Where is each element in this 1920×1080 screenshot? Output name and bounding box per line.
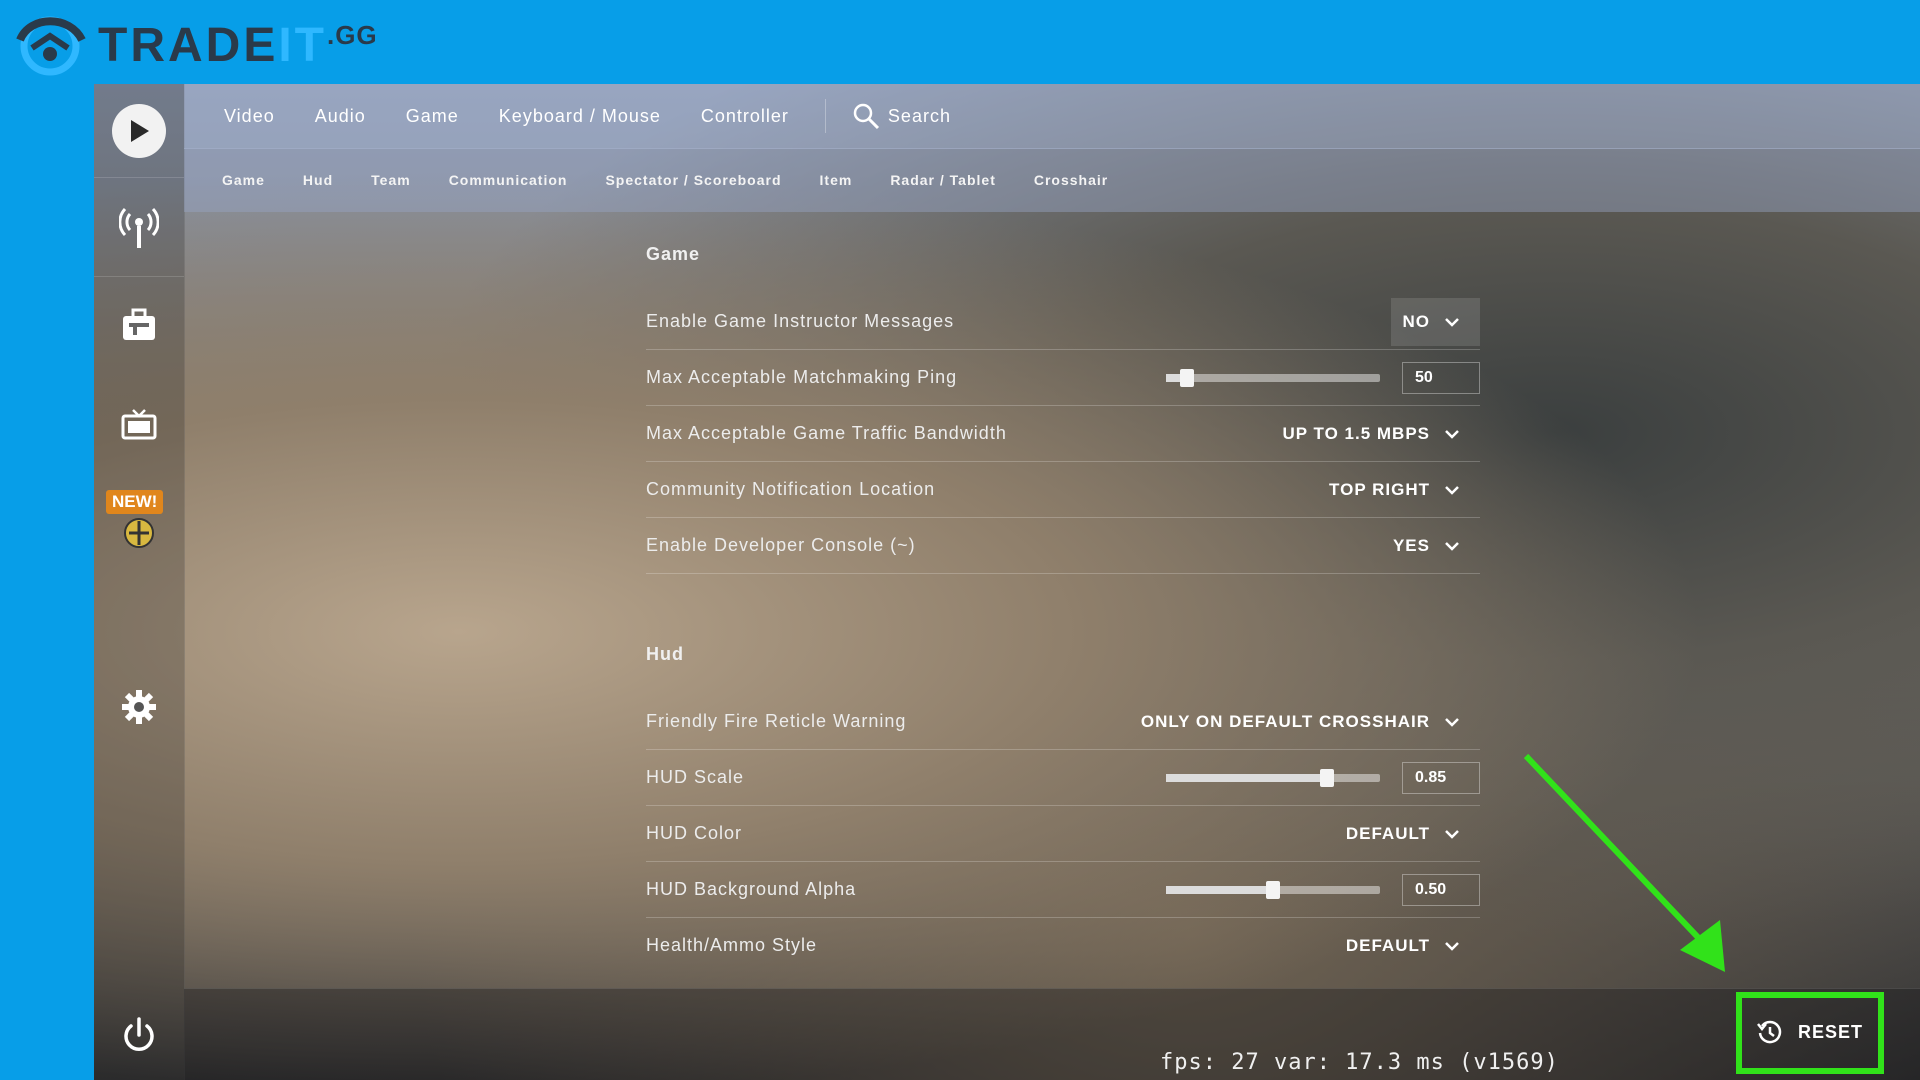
setting-label: HUD Scale (646, 767, 745, 787)
section-title-game: Game (646, 243, 701, 264)
play-button[interactable] (94, 96, 184, 166)
chevron-down-icon (1445, 317, 1459, 327)
setting-row: Health/Ammo Style DEFAULT (646, 918, 1480, 973)
matchmaking-ping-input[interactable]: 50 (1402, 361, 1480, 394)
search-button[interactable]: Search (852, 102, 951, 130)
setting-row: Max Acceptable Matchmaking Ping 50 (646, 350, 1480, 406)
inventory-button[interactable] (94, 290, 184, 360)
slider-knob[interactable] (1180, 368, 1195, 387)
section-title-hud: Hud (646, 643, 684, 664)
gear-icon (122, 690, 156, 724)
notification-location-dropdown[interactable]: TOP RIGHT (1329, 480, 1480, 500)
chevron-down-icon (1445, 829, 1459, 839)
search-label: Search (887, 105, 951, 126)
power-button[interactable] (94, 1000, 184, 1070)
subtab-game[interactable]: Game (222, 172, 265, 188)
matchmaking-ping-slider[interactable] (1166, 368, 1380, 387)
subtab-hud[interactable]: Hud (303, 172, 333, 188)
setting-label: Community Notification Location (646, 479, 936, 499)
tab-controller[interactable]: Controller (701, 106, 789, 127)
setting-row: Community Notification Location TOP RIGH… (646, 462, 1480, 518)
health-ammo-style-dropdown[interactable]: DEFAULT (1346, 936, 1480, 956)
settings-panel: Game Enable Game Instructor Messages NO … (646, 214, 1480, 973)
slider-knob[interactable] (1319, 768, 1334, 787)
hud-color-dropdown[interactable]: DEFAULT (1346, 824, 1480, 844)
sidebar: NEW! (94, 84, 185, 1080)
chevron-down-icon (1445, 485, 1459, 495)
operation-button[interactable] (94, 496, 184, 566)
chevron-down-icon (1445, 941, 1459, 951)
broadcast-button[interactable] (94, 192, 184, 262)
watch-button[interactable] (94, 390, 184, 460)
subtab-team[interactable]: Team (371, 172, 411, 188)
subtab-item[interactable]: Item (820, 172, 853, 188)
footer-bar (184, 988, 1920, 1080)
logo-text: TRADEIT.GG (98, 18, 378, 72)
setting-label: HUD Background Alpha (646, 879, 857, 899)
settings-button[interactable] (94, 672, 184, 742)
tab-keyboard-mouse[interactable]: Keyboard / Mouse (499, 106, 661, 127)
subtab-crosshair[interactable]: Crosshair (1034, 172, 1108, 188)
chevron-down-icon (1445, 429, 1459, 439)
chevron-down-icon (1445, 541, 1459, 551)
setting-label: Health/Ammo Style (646, 935, 818, 955)
hud-scale-slider[interactable] (1166, 768, 1380, 787)
operation-icon (124, 518, 154, 548)
power-icon (124, 1017, 154, 1051)
setting-label: Max Acceptable Game Traffic Bandwidth (646, 423, 1007, 443)
setting-label: Max Acceptable Matchmaking Ping (646, 367, 958, 387)
broadcast-icon (119, 207, 159, 248)
setting-label: Enable Developer Console (~) (646, 535, 916, 555)
slider-knob[interactable] (1266, 880, 1280, 899)
setting-row: HUD Color DEFAULT (646, 806, 1480, 862)
subtab-spectator-scoreboard[interactable]: Spectator / Scoreboard (605, 172, 781, 188)
hud-scale-input[interactable]: 0.85 (1402, 761, 1480, 794)
hud-background-alpha-input[interactable]: 0.50 (1402, 873, 1480, 906)
subtab-communication[interactable]: Communication (449, 172, 568, 188)
setting-row: Max Acceptable Game Traffic Bandwidth UP… (646, 406, 1480, 462)
tab-audio[interactable]: Audio (315, 106, 366, 127)
tradeit-logo-icon (16, 16, 86, 76)
tab-game[interactable]: Game (406, 106, 459, 127)
chevron-down-icon (1445, 717, 1459, 727)
nav-divider (824, 99, 826, 133)
tradeit-logo: TRADEIT.GG (10, 10, 378, 80)
setting-row: HUD Background Alpha 0.50 (646, 862, 1480, 918)
setting-row: HUD Scale 0.85 (646, 750, 1480, 806)
setting-label: Enable Game Instructor Messages (646, 311, 955, 331)
developer-console-dropdown[interactable]: YES (1393, 536, 1480, 556)
annotation-arrow-icon (1523, 753, 1725, 972)
history-icon (1757, 1020, 1782, 1044)
hud-background-alpha-slider[interactable] (1166, 880, 1380, 899)
play-icon (112, 104, 166, 158)
tab-video[interactable]: Video (224, 106, 275, 127)
inventory-icon (123, 308, 155, 340)
reset-label: RESET (1798, 1021, 1864, 1042)
setting-label: HUD Color (646, 823, 743, 843)
instructor-messages-dropdown[interactable]: NO (1390, 297, 1480, 346)
friendly-fire-warning-dropdown[interactable]: ONLY ON DEFAULT CROSSHAIR (1141, 712, 1480, 732)
bandwidth-dropdown[interactable]: UP TO 1.5 MBPS (1282, 424, 1480, 444)
setting-row: Friendly Fire Reticle Warning ONLY ON DE… (646, 694, 1480, 750)
search-icon (853, 103, 879, 130)
sub-nav: Game Hud Team Communication Spectator / … (184, 148, 1920, 212)
subtab-radar-tablet[interactable]: Radar / Tablet (890, 172, 996, 188)
reset-button[interactable]: RESET (1756, 1018, 1863, 1046)
top-nav: Video Audio Game Keyboard / Mouse Contro… (184, 84, 1920, 149)
setting-row: Enable Developer Console (~) YES (646, 518, 1480, 574)
setting-label: Friendly Fire Reticle Warning (646, 711, 907, 731)
tv-icon (121, 409, 157, 440)
fps-readout: fps: 27 var: 17.3 ms (v1569) (1160, 1050, 1559, 1075)
setting-row: Enable Game Instructor Messages NO (646, 294, 1480, 350)
